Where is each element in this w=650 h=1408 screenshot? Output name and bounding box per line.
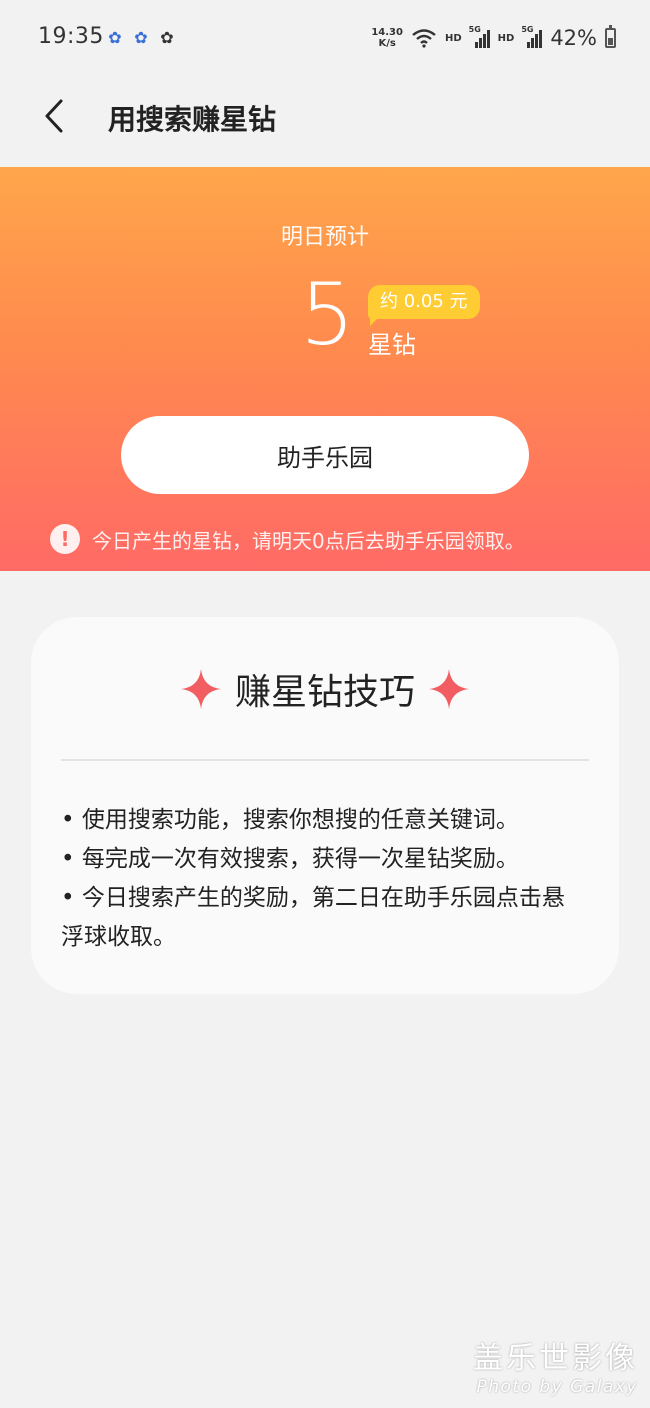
screen: 19:35 ✿ ✿ ✿ 14.30 K/s HD 5G HD 5G 42% 用搜… xyxy=(0,0,650,1408)
tip-item: • 每完成一次有效搜索，获得一次星钻奖励。 xyxy=(61,846,519,872)
baidu-paw-icon: ✿ xyxy=(108,28,122,47)
watermark-credit: Photo by Galaxy xyxy=(476,1377,638,1397)
hd-label: HD xyxy=(444,32,462,44)
sparkle-icon xyxy=(180,669,221,709)
divider xyxy=(61,759,589,761)
back-button[interactable] xyxy=(34,96,74,136)
app-header: 用搜索赚星钻 xyxy=(0,78,650,168)
hd-label: HD xyxy=(497,32,515,44)
camera-watermark: 盖乐世影像 Photo by Galaxy xyxy=(473,1342,638,1398)
exclamation-icon: ! xyxy=(50,524,80,554)
tips-title: 赚星钻技巧 xyxy=(234,672,415,713)
battery-percent: 42% xyxy=(550,26,597,50)
battery-icon xyxy=(605,25,616,48)
watermark-brand: 盖乐世影像 xyxy=(473,1341,638,1376)
wifi-icon xyxy=(412,29,436,48)
estimate-unit: 星钻 xyxy=(368,331,416,359)
battery-level xyxy=(608,38,613,45)
collect-notice: ! 今日产生的星钻，请明天0点后去助手乐园领取。 xyxy=(50,524,525,554)
assistant-garden-button[interactable]: 助手乐园 xyxy=(121,416,529,494)
baidu-paw-icon: ✿ xyxy=(134,28,148,47)
page-title: 用搜索赚星钻 xyxy=(108,103,277,136)
status-time: 19:35 xyxy=(38,24,104,49)
signal-icon: 5G xyxy=(521,25,543,48)
estimate-label: 明日预计 xyxy=(280,225,369,250)
chevron-left-icon xyxy=(45,99,63,133)
status-bar: 19:35 ✿ ✿ ✿ 14.30 K/s HD 5G HD 5G 42% xyxy=(0,0,650,78)
notification-icons: ✿ ✿ ✿ xyxy=(105,27,177,49)
network-speed: 14.30 K/s xyxy=(371,27,403,49)
signal-icon: 5G xyxy=(469,25,490,48)
tips-header: 赚星钻技巧 xyxy=(31,661,619,717)
collect-notice-text: 今日产生的星钻，请明天0点后去助手乐园领取。 xyxy=(92,528,525,553)
estimate-banner: 明日预计 5 约 0.05 元 星钻 助手乐园 ! 今日产生的星钻，请明天0点后… xyxy=(0,167,650,571)
sparkle-icon xyxy=(429,669,469,709)
tips-list: • 使用搜索功能，搜索你想搜的任意关键词。 • 每完成一次有效搜索，获得一次星钻… xyxy=(61,801,579,957)
system-status: 14.30 K/s HD 5G HD 5G 42% xyxy=(371,25,616,50)
baidu-du-icon: ✿ xyxy=(160,28,174,47)
tip-item: • 今日搜索产生的奖励，第二日在助手乐园点击悬浮球收取。 xyxy=(61,885,565,950)
tips-card: 赚星钻技巧 • 使用搜索功能，搜索你想搜的任意关键词。 • 每完成一次有效搜索，… xyxy=(31,617,619,994)
tip-item: • 使用搜索功能，搜索你想搜的任意关键词。 xyxy=(61,807,519,833)
estimate-value: 5 xyxy=(300,265,355,365)
approx-value-badge: 约 0.05 元 xyxy=(368,285,480,326)
